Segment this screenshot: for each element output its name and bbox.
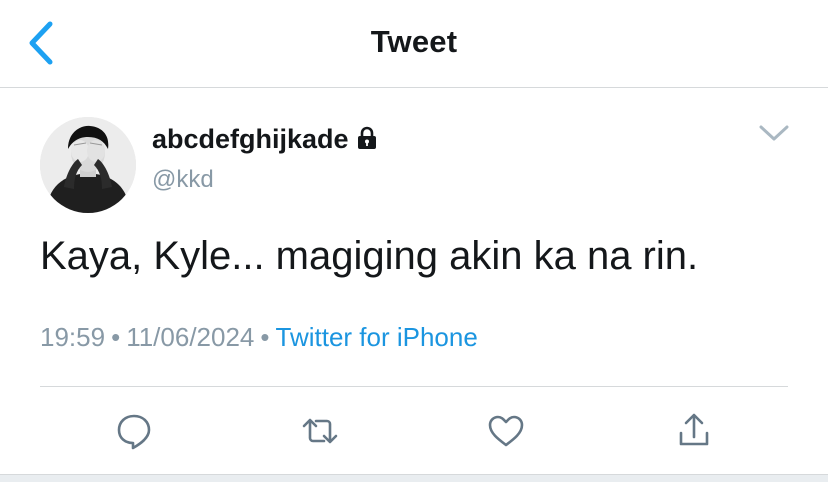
user-handle[interactable]: @kkd (152, 166, 214, 194)
user-name-row[interactable]: abcdefghijkade (152, 124, 380, 155)
share-icon (679, 413, 709, 446)
tweet-source-link[interactable]: Twitter for iPhone (276, 322, 478, 352)
reply-bubble-icon (117, 414, 151, 450)
separator-dot: • (260, 322, 270, 352)
retweet-button[interactable] (300, 411, 340, 451)
lock-icon (357, 126, 376, 149)
tweet-text: Kaya, Kyle... magiging akin ka na rin. (40, 234, 699, 278)
share-button[interactable] (674, 411, 714, 451)
page-title: Tweet (370, 24, 458, 59)
reply-button[interactable] (114, 411, 154, 451)
navigation-header: Tweet (0, 0, 828, 88)
tweet-meta: 19:59 • 11/06/2024 • Twitter for iPhone (40, 322, 478, 353)
tweet-time: 19:59 (40, 322, 106, 352)
retweet-icon (302, 418, 338, 444)
divider (40, 386, 788, 387)
avatar-image (40, 117, 136, 213)
tweet-date: 11/06/2024 (126, 322, 255, 352)
separator-dot: • (111, 322, 121, 352)
avatar[interactable] (40, 117, 136, 213)
tweet-menu-button[interactable] (756, 120, 792, 148)
heart-icon (488, 415, 524, 447)
chevron-down-icon (759, 125, 789, 141)
like-button[interactable] (486, 411, 526, 451)
display-name: abcdefghijkade (152, 124, 349, 154)
